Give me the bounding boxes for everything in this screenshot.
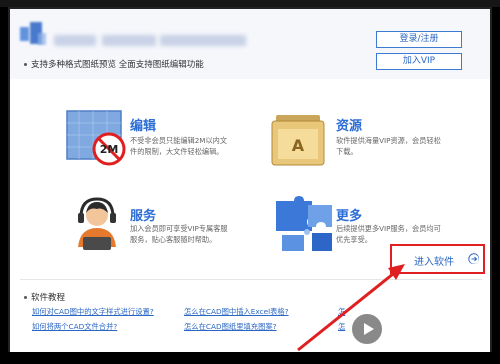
customer-service-icon <box>78 197 116 250</box>
arrow-right-circle-icon <box>468 253 479 264</box>
blurred-title <box>54 35 96 46</box>
feature-title: 编辑 <box>130 119 157 134</box>
join-vip-button[interactable]: 加入VIP <box>376 53 462 70</box>
feature-desc: 不受非会员只能编辑2M以内文件的限制，大文件轻松编辑。 <box>130 136 228 156</box>
tutorial-link[interactable]: 怎 <box>338 322 345 332</box>
divider <box>20 279 482 280</box>
login-register-button[interactable]: 登录/注册 <box>376 31 462 48</box>
watermark-text: 溜溜自学 <box>392 314 472 335</box>
enter-software-label: 进入软件 <box>414 257 454 268</box>
header-subtitle-text: 支持多种格式图纸预览 全面支持图纸编辑功能 <box>31 60 204 70</box>
enter-software-button[interactable]: 进入软件 <box>390 244 485 274</box>
feature-desc: 后续提供更多VIP服务，会员均可优先享受。 <box>336 224 441 244</box>
puzzle-icon <box>276 196 332 251</box>
blurred-title <box>160 35 246 46</box>
outer-frame <box>0 0 500 7</box>
header-subtitle: 支持多种格式图纸预览 全面支持图纸编辑功能 <box>24 58 204 70</box>
feature-title: 资源 <box>336 119 363 134</box>
blueprint-badge-text: 2M <box>100 143 119 156</box>
app-logo <box>18 19 48 49</box>
tutorials-heading: 软件教程 <box>24 291 65 303</box>
vip-dialog: 支持多种格式图纸预览 全面支持图纸编辑功能 登录/注册 加入VIP 2M 编辑 … <box>8 7 492 352</box>
feature-title: 更多 <box>336 209 363 224</box>
watermark: 溜溜自学 ZIXUE.3D66.COM <box>346 302 496 354</box>
tutorial-link[interactable]: 怎么在CAD图中插入Excel表格? <box>184 307 289 317</box>
feature-title: 服务 <box>130 209 157 224</box>
blurred-title <box>102 35 156 46</box>
tutorial-link[interactable]: 怎么在CAD图纸里填充图案? <box>184 322 277 332</box>
tutorial-link[interactable]: 如何对CAD图中的文字样式进行设置? <box>32 307 154 317</box>
watermark-subtext: ZIXUE.3D66.COM <box>396 335 457 343</box>
dialog-header: 支持多种格式图纸预览 全面支持图纸编辑功能 登录/注册 加入VIP <box>10 9 490 79</box>
tutorial-link[interactable]: 怎 <box>338 307 345 317</box>
folder-glyph: A <box>292 136 305 155</box>
feature-desc: 软件提供海量VIP资源，会员轻松下载。 <box>336 136 441 156</box>
blueprint-2m-icon: 2M <box>66 110 126 166</box>
tutorial-link[interactable]: 如何将两个CAD文件合并? <box>32 322 117 332</box>
play-logo-icon <box>350 312 384 346</box>
folder-icon: A <box>271 115 325 166</box>
feature-desc: 加入会员即可享受VIP专属客服服务，贴心客服随时帮助。 <box>130 224 228 244</box>
tutorials-heading-text: 软件教程 <box>31 293 66 303</box>
